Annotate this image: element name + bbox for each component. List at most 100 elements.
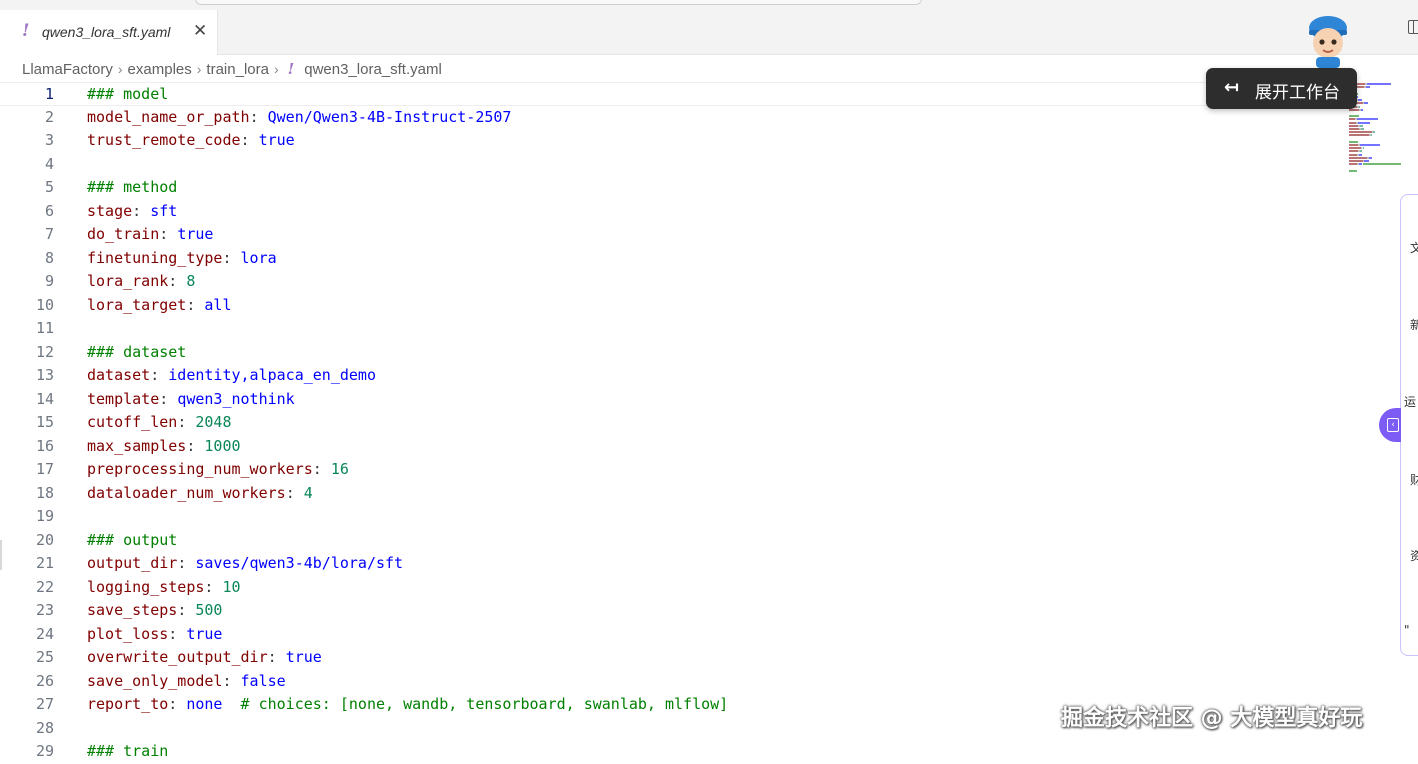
code-line[interactable]: 25 overwrite_output_dir: true <box>0 646 1340 670</box>
minimap-token <box>1349 156 1367 159</box>
minimap-token <box>1358 153 1363 156</box>
code-token: ### dataset <box>87 342 187 361</box>
code-token: : <box>285 483 304 502</box>
code-token: lora <box>240 248 277 267</box>
code-token: all <box>204 295 232 314</box>
code-line[interactable]: 4 <box>0 153 1340 177</box>
code-token: plot_loss <box>87 624 169 643</box>
line-number: 11 <box>35 319 54 337</box>
yaml-file-icon: ! <box>287 60 295 78</box>
line-number: 27 <box>35 695 54 713</box>
code-line[interactable]: 18 dataloader_num_workers: 4 <box>0 482 1340 506</box>
code-token: : <box>240 131 259 149</box>
code-line[interactable]: 8 finetuning_type: lora <box>0 247 1340 271</box>
code-line[interactable]: 9 lora_rank: 8 <box>0 270 1340 294</box>
code-token: 2048 <box>195 413 232 431</box>
code-token: Qwen/Qwen3-4B-Instruct-2507 <box>267 107 512 126</box>
minimap-token <box>1362 163 1401 166</box>
line-number: 2 <box>44 107 54 126</box>
side-item[interactable]: 文 <box>1410 239 1418 256</box>
code-line[interactable]: 15 cutoff_len: 2048 <box>0 411 1340 435</box>
line-number: 22 <box>35 577 54 596</box>
code-text: logging_steps: 10 <box>87 578 241 596</box>
line-number: 4 <box>44 154 54 173</box>
minimap-token <box>1364 160 1369 162</box>
code-line[interactable]: 22 logging_steps: 10 <box>0 576 1340 600</box>
code-line[interactable]: 5 ### method <box>0 176 1340 200</box>
code-line[interactable]: 6 stage: sft <box>0 200 1340 224</box>
breadcrumb-item[interactable]: LlamaFactory <box>22 61 113 78</box>
side-item[interactable]: 财 <box>1410 471 1418 488</box>
code-token: 500 <box>195 601 223 619</box>
minimap-token <box>1349 128 1359 130</box>
tab-qwen3-lora-sft-yaml[interactable]: ! qwen3_lora_sft.yaml ✕ <box>0 10 218 55</box>
split-editor-icon[interactable] <box>1408 20 1418 34</box>
code-line[interactable]: 17 preprocessing_num_workers: 16 <box>0 458 1340 482</box>
code-text: do_train: true <box>87 225 213 243</box>
line-number: 19 <box>35 507 54 525</box>
resize-handle[interactable] <box>0 540 2 570</box>
breadcrumb-item[interactable]: train_lora <box>206 61 269 78</box>
line-number: 7 <box>44 225 54 243</box>
code-line[interactable]: 21 output_dir: saves/qwen3-4b/lora/sft <box>0 552 1340 576</box>
mascot-avatar-icon[interactable] <box>1302 14 1354 68</box>
line-number: 26 <box>35 671 54 690</box>
minimap-token <box>1349 169 1358 172</box>
side-item[interactable]: " <box>1404 623 1410 637</box>
line-number: 3 <box>44 131 54 149</box>
code-line[interactable]: 13 dataset: identity,alpaca_en_demo <box>0 364 1340 388</box>
code-line[interactable]: 7 do_train: true <box>0 223 1340 247</box>
code-text: ### method <box>87 178 177 196</box>
code-line[interactable]: 12 ### dataset <box>0 341 1340 365</box>
line-number: 1 <box>44 85 54 103</box>
code-line[interactable]: 11 <box>0 317 1340 341</box>
line-number: 21 <box>35 554 54 572</box>
code-token: preprocessing_num_workers <box>87 460 313 478</box>
code-line[interactable]: 1 ### model <box>0 82 1340 106</box>
code-token: 10 <box>222 577 241 596</box>
code-token: 1000 <box>204 436 241 455</box>
side-item[interactable]: 运 <box>1404 393 1416 410</box>
code-line[interactable]: 14 template: qwen3_nothink <box>0 388 1340 412</box>
command-center[interactable] <box>195 0 922 5</box>
code-line[interactable]: 26 save_only_model: false <box>0 670 1340 694</box>
minimap-token <box>1367 83 1392 86</box>
code-token: report_to <box>87 695 169 713</box>
code-line[interactable]: 29 ### train <box>0 740 1340 764</box>
watermark: 掘金技术社区 @ 大模型真好玩 <box>1061 706 1363 731</box>
side-item[interactable]: 资 <box>1410 547 1418 564</box>
breadcrumb-item[interactable]: examples <box>128 61 192 78</box>
side-toolbar-toggle[interactable]: ‹ <box>1379 408 1401 442</box>
code-token: 16 <box>330 460 349 478</box>
chevron-right-icon: › <box>273 61 279 77</box>
minimap-token <box>1359 150 1363 153</box>
code-text: ### output <box>87 531 177 549</box>
code-line[interactable]: 16 max_samples: 1000 <box>0 435 1340 459</box>
minimap-token <box>1349 134 1369 137</box>
code-token: : <box>168 695 187 713</box>
line-number: 29 <box>35 742 54 760</box>
code-token: logging_steps <box>87 577 205 596</box>
code-line[interactable]: 19 <box>0 505 1340 529</box>
code-line[interactable]: 10 lora_target: all <box>0 294 1340 318</box>
close-icon[interactable]: ✕ <box>193 21 207 41</box>
line-number: 16 <box>35 436 54 455</box>
code-text: lora_target: all <box>87 296 232 314</box>
code-line[interactable]: 24 plot_loss: true <box>0 623 1340 647</box>
code-line[interactable]: 20 ### output <box>0 529 1340 553</box>
expand-workspace-tooltip[interactable]: ↤ 展开工作台 <box>1206 68 1357 109</box>
code-line[interactable]: 3 trust_remote_code: true <box>0 129 1340 153</box>
code-token: true <box>186 624 223 643</box>
code-editor[interactable]: 1 ### model 2 model_name_or_path: Qwen/Qwen… <box>0 82 1340 760</box>
code-line[interactable]: 23 save_steps: 500 <box>0 599 1340 623</box>
minimap-token <box>1349 121 1357 124</box>
minimap-token <box>1349 163 1358 166</box>
code-token: model_name_or_path <box>87 107 250 126</box>
side-item[interactable]: 新 <box>1410 316 1418 333</box>
code-token: max_samples <box>87 436 187 455</box>
code-line[interactable]: 2 model_name_or_path: Qwen/Qwen3-4B-Instr… <box>0 106 1340 130</box>
minimap-token <box>1349 150 1358 153</box>
breadcrumb-file[interactable]: qwen3_lora_sft.yaml <box>304 61 442 78</box>
code-token: sft <box>150 201 178 220</box>
code-token: lora_rank <box>87 272 169 290</box>
